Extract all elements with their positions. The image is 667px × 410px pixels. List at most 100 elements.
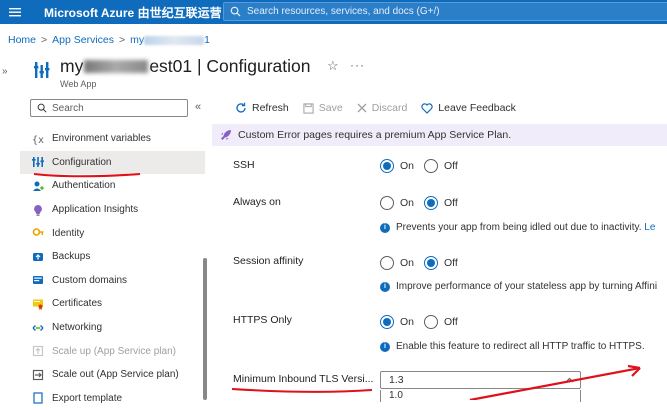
authentication-icon: [32, 180, 44, 192]
save-label: Save: [318, 102, 343, 114]
save-button[interactable]: Save: [303, 102, 343, 114]
ssh-off-radio[interactable]: Off: [424, 159, 458, 173]
radio-label: On: [400, 197, 415, 209]
ssh-on-radio[interactable]: On: [380, 159, 414, 173]
sidebar-item-label: Authentication: [52, 180, 116, 192]
min-tls-selected-value: 1.3: [389, 374, 404, 386]
banner-text: Custom Error pages requires a premium Ap…: [238, 129, 512, 141]
sidebar-item-label: Export template: [52, 392, 123, 404]
sidebar-search-input[interactable]: Search: [30, 99, 188, 117]
breadcrumb-resource-prefix: my: [130, 34, 145, 46]
https-only-on-radio[interactable]: On: [380, 315, 414, 329]
page-title-suffix: est01 | Configuration: [149, 56, 311, 76]
sidebar-scrollbar[interactable]: [203, 258, 207, 400]
sidebar-item-export-template[interactable]: Export template: [20, 387, 205, 410]
ssh-radio-group: On Off: [380, 159, 468, 173]
sidebar-item-identity[interactable]: Identity: [20, 221, 205, 245]
sidebar-item-backups[interactable]: Backups: [20, 245, 205, 269]
configuration-icon: [34, 62, 50, 78]
breadcrumb-separator: >: [41, 34, 48, 46]
always-on-on-radio[interactable]: On: [380, 196, 414, 210]
https-only-radio-group: On Off: [380, 315, 468, 329]
menu-icon[interactable]: [8, 5, 22, 19]
sidebar-item-networking[interactable]: Networking: [20, 316, 205, 340]
breadcrumb-separator: >: [119, 34, 126, 46]
radio-indicator: [424, 315, 439, 329]
always-on-off-radio[interactable]: Off: [424, 196, 458, 210]
session-affinity-off-radio[interactable]: Off: [424, 256, 458, 270]
sidebar-item-label: Networking: [52, 322, 103, 334]
sidebar-item-certificates[interactable]: Certificates: [20, 292, 205, 316]
refresh-button[interactable]: Refresh: [235, 102, 289, 114]
refresh-label: Refresh: [252, 102, 289, 114]
session-affinity-info: i Improve performance of your stateless …: [380, 281, 657, 292]
configuration-icon: [32, 156, 44, 168]
expand-menu-icon[interactable]: »: [2, 66, 8, 77]
sidebar-item-scale-out[interactable]: Scale out (App Service plan): [20, 363, 205, 387]
session-affinity-on-radio[interactable]: On: [380, 256, 414, 270]
sidebar-item-configuration[interactable]: Configuration: [20, 150, 205, 175]
ssh-label: SSH: [233, 159, 255, 171]
breadcrumb-app-services[interactable]: App Services: [52, 34, 114, 46]
page-header: my est01 | Configuration Web App: [34, 56, 311, 89]
radio-indicator: [380, 196, 394, 210]
radio-label: Off: [444, 197, 458, 209]
sidebar-item-authentication[interactable]: Authentication: [20, 174, 205, 198]
page-title-prefix: my: [60, 56, 84, 76]
redacted-text: [84, 60, 149, 73]
always-on-radio-group: On Off: [380, 196, 468, 210]
radio-label: On: [400, 316, 415, 328]
radio-selected-indicator: [424, 196, 439, 210]
favorite-star-icon[interactable]: ☆: [327, 58, 339, 74]
info-icon: i: [380, 281, 390, 292]
redacted-text: [144, 35, 205, 45]
always-on-info-text: Prevents your app from being idled out d…: [396, 222, 642, 233]
search-icon: [37, 103, 47, 113]
tls-underline-annotation: [231, 388, 373, 393]
identity-icon: [32, 227, 44, 239]
sidebar-item-application-insights[interactable]: Application Insights: [20, 198, 205, 222]
breadcrumb: Home > App Services > my 1: [8, 34, 210, 46]
sidebar-item-custom-domains[interactable]: Custom domains: [20, 269, 205, 293]
brand-title[interactable]: Microsoft Azure 由世纪互联运营: [0, 4, 222, 21]
min-tls-option[interactable]: 1.0: [380, 390, 581, 402]
radio-selected-indicator: [380, 315, 394, 329]
leave-feedback-button[interactable]: Leave Feedback: [421, 102, 516, 114]
learn-more-link[interactable]: Le: [644, 222, 655, 233]
always-on-info: i Prevents your app from being idled out…: [380, 222, 655, 233]
min-tls-dropdown[interactable]: 1.3: [380, 371, 581, 389]
networking-icon: [32, 322, 44, 334]
info-icon: i: [380, 222, 390, 233]
session-affinity-info-text: Improve performance of your stateless ap…: [396, 281, 658, 292]
radio-label: Off: [444, 257, 458, 269]
discard-label: Discard: [371, 102, 408, 114]
sidebar-item-label: Identity: [52, 227, 85, 239]
min-tls-label: Minimum Inbound TLS Versi...: [233, 373, 374, 385]
top-bar: Microsoft Azure 由世纪互联运营 Search resources…: [0, 0, 667, 24]
https-only-off-radio[interactable]: Off: [424, 315, 458, 329]
breadcrumb-home[interactable]: Home: [8, 34, 36, 46]
radio-selected-indicator: [380, 159, 394, 173]
feedback-label: Leave Feedback: [438, 102, 516, 114]
discard-button[interactable]: Discard: [357, 102, 408, 114]
sidebar-item-scale-up[interactable]: Scale up (App Service plan): [20, 339, 205, 363]
radio-label: Off: [444, 316, 458, 328]
backups-icon: [32, 251, 44, 263]
search-icon: [230, 6, 241, 17]
sidebar-item-label: Scale out (App Service plan): [52, 369, 179, 381]
sidebar-item-environment-variables[interactable]: {x} Environment variables: [20, 127, 205, 151]
global-search-input[interactable]: Search resources, services, and docs (G+…: [223, 2, 667, 21]
premium-info-banner: Custom Error pages requires a premium Ap…: [212, 124, 667, 146]
arrow-head-annotation: [627, 364, 641, 377]
sidebar-item-label: Application Insights: [52, 204, 139, 216]
sidebar: {x} Environment variables Configuration …: [20, 127, 205, 410]
breadcrumb-resource-suffix: 1: [204, 34, 211, 46]
app-insights-icon: [32, 204, 44, 216]
radio-selected-indicator: [424, 256, 439, 270]
collapse-sidebar-icon[interactable]: «: [195, 101, 201, 113]
sidebar-item-label: Backups: [52, 251, 91, 263]
https-only-label: HTTPS Only: [233, 314, 292, 326]
radio-label: On: [400, 160, 415, 172]
breadcrumb-resource[interactable]: my 1: [130, 34, 210, 46]
more-options-icon[interactable]: ···: [350, 58, 365, 72]
